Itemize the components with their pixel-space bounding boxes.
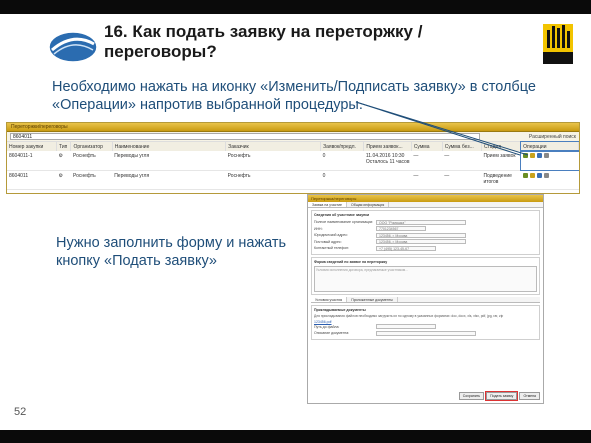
table-row[interactable]: 8604011 ⚙ Роснефть Переводы угля Роснефт… — [7, 170, 579, 190]
cell-stage: Прием заявок — [481, 151, 521, 171]
procedures-table: Номер закупки Тип Организатор Наименован… — [7, 141, 579, 190]
search-input[interactable]: 8604011 — [10, 133, 480, 140]
col-name[interactable]: Наименование — [112, 142, 227, 151]
cell-stage: Подведение итогов — [481, 170, 521, 190]
cell-customer: Роснефть — [225, 170, 321, 190]
slide-title: 16. Как подать заявку на переторжку / пе… — [104, 22, 423, 61]
postal-address-field[interactable]: 123456, г. Москва — [376, 239, 466, 245]
history-icon[interactable] — [543, 153, 549, 158]
globe-logo-icon — [48, 31, 98, 63]
form-header-title: Переторжка/переговоры — [311, 196, 357, 201]
procedures-list-screenshot: Переторжки/переговоры 8604011 Расширенны… — [6, 122, 580, 194]
cell-sum: — — [411, 170, 443, 190]
documents-icon[interactable] — [536, 153, 542, 158]
file-path-field[interactable] — [376, 324, 436, 330]
price-section: Форма сведений по заявке на переторжку У… — [311, 256, 540, 295]
instruction-top: Необходимо нажать на иконку «Изменить/По… — [52, 79, 536, 113]
list-header: Переторжки/переговоры — [7, 123, 579, 132]
top-bar — [0, 0, 591, 14]
field-label: Полное наименование организации: — [314, 220, 374, 225]
tab-conditions[interactable]: Условия участия — [311, 296, 348, 302]
form-tabs: Заявка на участие Общая информация — [308, 202, 543, 208]
page-number: 52 — [14, 406, 27, 418]
conditions-textarea[interactable]: Условия исполнения договора, предлагаемы… — [314, 265, 537, 292]
edit-sign-bid-icon[interactable] — [529, 172, 535, 178]
company-logo-icon — [543, 24, 573, 64]
cell-name: Переводы угля — [112, 151, 226, 171]
field-label: Контактный телефон: — [314, 246, 350, 251]
cell-org: Роснефть — [70, 170, 113, 190]
field-label: Почтовый адрес: — [314, 239, 342, 244]
submit-bid-button[interactable]: Подать заявку — [485, 391, 519, 401]
instruction-form: Нужно заполнить форму и нажать кнопку «П… — [56, 235, 287, 269]
participant-section: Сведения об участнике закупки Полное наи… — [311, 210, 540, 255]
cancel-button[interactable]: Отмена — [519, 392, 540, 400]
col-sum-no-vat[interactable]: Сумма без... — [442, 142, 482, 151]
cell-deadline: 11.04.2016 10:30 Осталось 11 часов — [363, 151, 412, 171]
field-label: Путь до файла: — [314, 324, 340, 329]
list-header-title: Переторжки/переговоры — [11, 124, 68, 130]
docs-hint: Для прикладывания файлов необходимо загр… — [314, 313, 504, 318]
docs-tabs: Условия участия Приложенные документы — [311, 296, 540, 303]
col-deadline[interactable]: Прием заявок... — [363, 142, 412, 151]
bid-form-screenshot: Переторжка/переговоры Заявка на участие … — [307, 194, 544, 404]
history-icon[interactable] — [543, 172, 549, 178]
col-customer[interactable]: Заказчик — [225, 142, 322, 151]
docs-section-title: Прикладываемые документы — [314, 307, 366, 312]
tab-attached-docs[interactable]: Приложенные документы — [347, 296, 398, 302]
field-label: Юридический адрес: — [314, 233, 348, 238]
cell-org: Роснефть — [70, 151, 113, 171]
col-bids[interactable]: Заявок/предл. — [320, 142, 365, 151]
col-operations[interactable]: Операции — [519, 141, 579, 152]
table-header-row: Номер закупки Тип Организатор Наименован… — [7, 141, 579, 152]
col-number[interactable]: Номер закупки — [7, 142, 58, 151]
price-section-title: Форма сведений по заявке на переторжку — [314, 259, 388, 264]
view-icon[interactable] — [522, 172, 528, 178]
docs-section: Прикладываемые документы Для прикладыван… — [311, 304, 540, 340]
cell-bids: 0 — [320, 151, 364, 171]
save-button[interactable]: Сохранить — [458, 392, 485, 400]
inn-field[interactable]: 7701234567 — [376, 226, 426, 232]
bottom-bar — [0, 430, 591, 443]
type-icon: ⚙ — [56, 170, 71, 190]
participant-section-title: Сведения об участнике закупки — [314, 213, 370, 217]
view-icon[interactable] — [522, 153, 528, 158]
cell-bids: 0 — [320, 170, 364, 190]
org-name-field[interactable]: ООО "Ромашка" — [376, 219, 466, 225]
documents-icon[interactable] — [536, 172, 542, 178]
col-sum[interactable]: Сумма — [411, 142, 443, 151]
form-header: Переторжка/переговоры — [308, 195, 543, 202]
phone-field[interactable]: +7 (495) 123-45-67 — [376, 245, 436, 251]
type-icon: ⚙ — [56, 151, 71, 171]
col-organizer[interactable]: Организатор — [70, 142, 113, 151]
tab-general-info[interactable]: Общая информация — [347, 202, 390, 207]
legal-address-field[interactable]: 123456, г. Москва — [376, 232, 466, 238]
cell-operations — [519, 150, 579, 171]
col-type[interactable]: Тип — [56, 142, 72, 151]
table-row[interactable]: 8604011-1 ⚙ Роснефть Переводы угля Росне… — [7, 150, 579, 171]
form-buttons: Сохранить Подать заявку Отмена — [458, 391, 540, 401]
cell-sum: — — [411, 151, 443, 171]
doc-comment-field[interactable] — [376, 330, 476, 336]
edit-sign-bid-icon[interactable] — [529, 153, 535, 158]
col-stage[interactable]: Стадия — [481, 142, 522, 151]
form-row: Описание документа: — [314, 330, 537, 337]
cell-sum-no-vat: — — [442, 151, 482, 171]
cell-operations — [520, 170, 579, 190]
cell-customer: Роснефть — [225, 151, 321, 171]
cell-number: 8604011-1 — [7, 151, 57, 171]
tab-bid[interactable]: Заявка на участие — [308, 202, 347, 207]
field-label: ИНН: — [314, 226, 323, 231]
cell-sum-no-vat: — — [442, 170, 482, 190]
cell-name: Переводы угля — [112, 170, 226, 190]
cell-deadline — [363, 170, 412, 190]
extended-search-link[interactable]: Расширенный поиск — [529, 134, 576, 140]
list-toolbar: 8604011 Расширенный поиск — [7, 132, 579, 142]
cell-number: 8604011 — [7, 170, 57, 190]
form-row: Контактный телефон: +7 (495) 123-45-67 — [314, 245, 537, 252]
field-label: Описание документа: — [314, 331, 350, 336]
